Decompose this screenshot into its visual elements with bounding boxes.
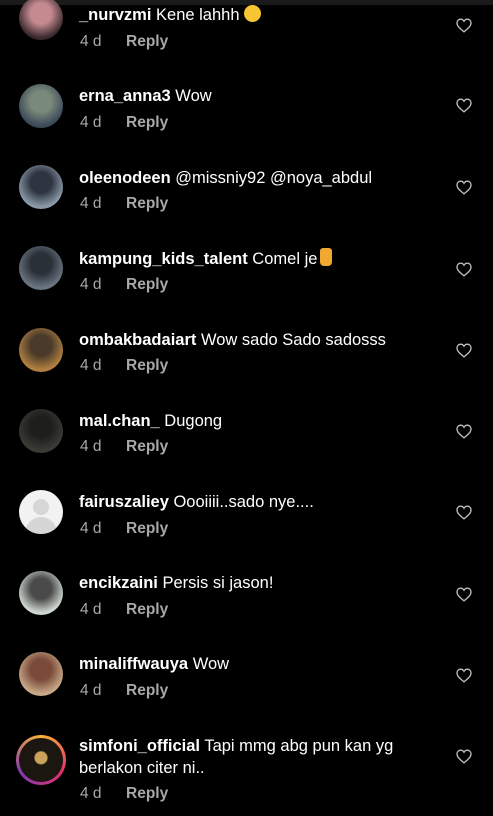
avatar[interactable] bbox=[19, 571, 63, 615]
comment-body: Persis si jason! bbox=[157, 574, 274, 592]
comment-timestamp: 4 d bbox=[80, 195, 102, 212]
avatar-head bbox=[33, 499, 49, 515]
heart-outline-icon[interactable] bbox=[456, 262, 472, 277]
comment-username[interactable]: oleenodeen bbox=[79, 169, 171, 187]
heart-outline-icon[interactable] bbox=[456, 424, 472, 439]
comment-body: Comel je bbox=[247, 250, 318, 268]
comment-username[interactable]: minaliffwauya bbox=[79, 655, 188, 673]
comment-list: _nurvzmi Kene lahhh 4 d Reply erna_anna3 Wo… bbox=[0, 0, 493, 816]
comment-timestamp: 4 d bbox=[80, 520, 102, 537]
reply-button[interactable]: Reply bbox=[126, 682, 168, 699]
avatar[interactable] bbox=[19, 165, 63, 209]
comment-text: erna_anna3 Wow bbox=[79, 85, 434, 107]
comment-timestamp: 4 d bbox=[80, 785, 102, 802]
comment-username[interactable]: erna_anna3 bbox=[79, 87, 171, 105]
comment-meta: 4 d Reply bbox=[80, 276, 168, 294]
comment-username[interactable]: mal.chan_ bbox=[79, 412, 160, 430]
heart-outline-icon[interactable] bbox=[456, 668, 472, 683]
comment-timestamp: 4 d bbox=[80, 276, 102, 293]
avatar[interactable] bbox=[19, 84, 63, 128]
comment-body: Kene lahhh bbox=[151, 6, 240, 24]
comment-body: Wow sado Sado sadosss bbox=[196, 331, 386, 349]
comment-timestamp: 4 d bbox=[80, 601, 102, 618]
reply-button[interactable]: Reply bbox=[126, 785, 168, 802]
comment-text: oleenodeen @missniy92 @noya_abdul bbox=[79, 167, 434, 189]
comment-text: mal.chan_ Dugong bbox=[79, 410, 434, 432]
comment-meta: 4 d Reply bbox=[80, 195, 168, 213]
heart-outline-icon[interactable] bbox=[456, 18, 472, 33]
comment-meta: 4 d Reply bbox=[80, 33, 168, 51]
heart-outline-icon[interactable] bbox=[456, 505, 472, 520]
comment-body: Wow bbox=[170, 87, 212, 105]
comment-timestamp: 4 d bbox=[80, 438, 102, 455]
comment-meta: 4 d Reply bbox=[80, 438, 168, 456]
comment-body: Wow bbox=[188, 655, 230, 673]
reply-button[interactable]: Reply bbox=[126, 33, 168, 50]
comment-body: Dugong bbox=[159, 412, 223, 430]
comment-text: _nurvzmi Kene lahhh bbox=[79, 4, 434, 26]
avatar[interactable] bbox=[19, 0, 63, 40]
comment-username[interactable]: simfoni_official bbox=[79, 737, 200, 755]
heart-outline-icon[interactable] bbox=[456, 587, 472, 602]
reply-button[interactable]: Reply bbox=[126, 438, 168, 455]
comment-text: kampung_kids_talent Comel je bbox=[79, 248, 434, 270]
heart-outline-icon[interactable] bbox=[456, 98, 472, 113]
comment-text: minaliffwauya Wow bbox=[79, 653, 434, 675]
comment-timestamp: 4 d bbox=[80, 114, 102, 131]
heart-outline-icon[interactable] bbox=[456, 343, 472, 358]
comment-username[interactable]: fairuszaliey bbox=[79, 493, 169, 511]
comment-username[interactable]: kampung_kids_talent bbox=[79, 250, 248, 268]
reply-button[interactable]: Reply bbox=[126, 276, 168, 293]
default-avatar-icon[interactable] bbox=[19, 490, 63, 534]
comment-meta: 4 d Reply bbox=[80, 357, 168, 375]
comment-meta: 4 d Reply bbox=[80, 785, 168, 803]
comment-timestamp: 4 d bbox=[80, 682, 102, 699]
comment-body: @missniy92 @noya_abdul bbox=[170, 169, 373, 187]
thumbs-up-emoji-icon bbox=[320, 248, 333, 266]
comment-body: Oooiiii..sado nye.... bbox=[168, 493, 314, 511]
grinning-emoji-icon bbox=[243, 5, 261, 22]
reply-button[interactable]: Reply bbox=[126, 520, 168, 537]
comment-timestamp: 4 d bbox=[80, 33, 102, 50]
heart-outline-icon[interactable] bbox=[456, 180, 472, 195]
story-ring[interactable] bbox=[16, 735, 66, 785]
comment-meta: 4 d Reply bbox=[80, 601, 168, 619]
comment-text: ombakbadaiart Wow sado Sado sadosss bbox=[79, 329, 434, 351]
comment-username[interactable]: _nurvzmi bbox=[79, 6, 151, 24]
comment-username[interactable]: ombakbadaiart bbox=[79, 331, 196, 349]
heart-outline-icon[interactable] bbox=[456, 749, 472, 764]
comment-username[interactable]: encikzaini bbox=[79, 574, 158, 592]
reply-button[interactable]: Reply bbox=[126, 357, 168, 374]
comment-text: simfoni_official Tapi mmg abg pun kan yg… bbox=[79, 735, 434, 779]
avatar[interactable] bbox=[19, 652, 63, 696]
avatar[interactable] bbox=[19, 246, 63, 290]
reply-button[interactable]: Reply bbox=[126, 195, 168, 212]
reply-button[interactable]: Reply bbox=[126, 601, 168, 618]
reply-button[interactable]: Reply bbox=[126, 114, 168, 131]
avatar[interactable] bbox=[19, 328, 63, 372]
avatar[interactable] bbox=[19, 738, 63, 782]
comment-timestamp: 4 d bbox=[80, 357, 102, 374]
avatar-body bbox=[25, 517, 57, 534]
comment-text: fairuszaliey Oooiiii..sado nye.... bbox=[79, 491, 434, 513]
comment-meta: 4 d Reply bbox=[80, 114, 168, 132]
avatar[interactable] bbox=[19, 409, 63, 453]
comment-text: encikzaini Persis si jason! bbox=[79, 572, 434, 594]
comment-meta: 4 d Reply bbox=[80, 682, 168, 700]
comment-meta: 4 d Reply bbox=[80, 520, 168, 538]
